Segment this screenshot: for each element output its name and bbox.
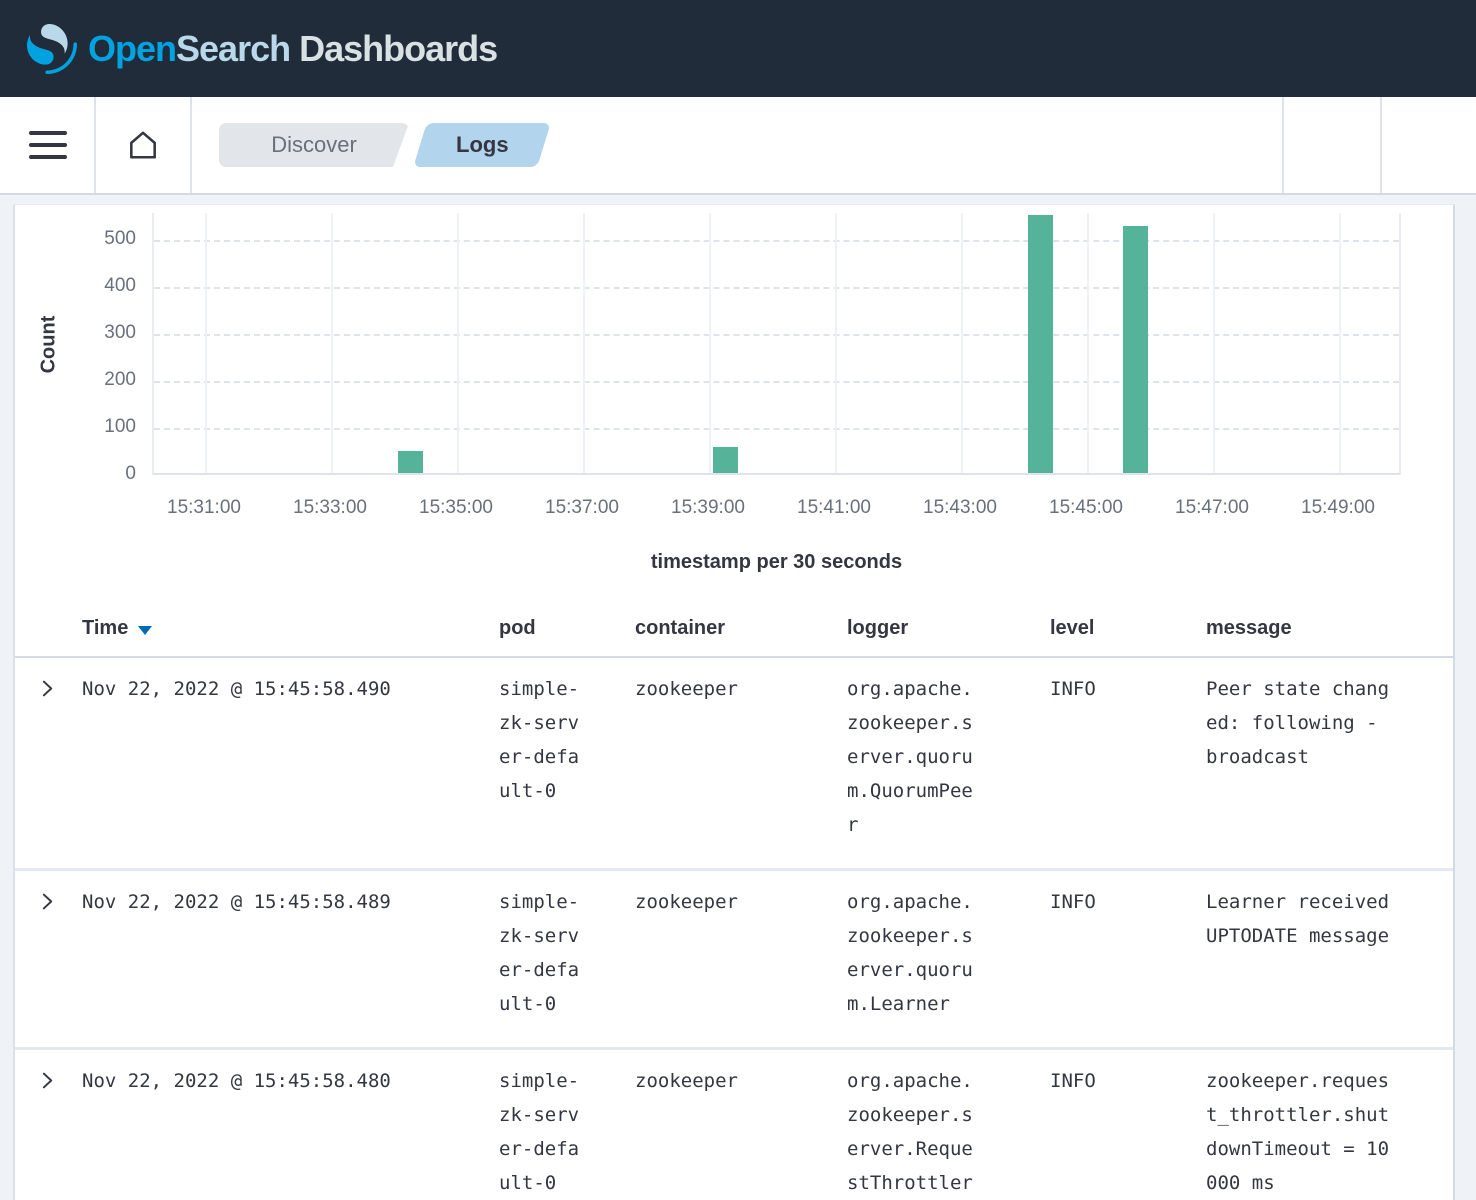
x-tick-label: 15:35:00 — [386, 497, 526, 519]
home-button[interactable] — [122, 97, 164, 193]
x-tick-label: 15:33:00 — [260, 497, 400, 519]
cell-logger: org.apache.zookeeper.server.RequestThrot… — [847, 1064, 978, 1200]
wordmark-dashboards: Dashboards — [290, 28, 497, 69]
histogram-chart: Count timestamp per 30 seconds 010020030… — [15, 205, 1453, 585]
gridline-vertical — [1087, 213, 1089, 473]
home-icon — [126, 128, 160, 162]
x-tick-label: 15:47:00 — [1142, 497, 1282, 519]
gridline-vertical — [457, 213, 459, 473]
gridline-vertical — [205, 213, 207, 473]
cell-time: Nov 22, 2022 @ 15:45:58.480 — [82, 1064, 499, 1200]
log-table-header: Time pod container logger level message — [15, 601, 1453, 658]
x-tick-label: 15:37:00 — [512, 497, 652, 519]
expand-cell — [37, 672, 82, 842]
page-background: Count timestamp per 30 seconds 010020030… — [0, 195, 1476, 1200]
cell-time: Nov 22, 2022 @ 15:45:58.490 — [82, 672, 499, 842]
column-header-time[interactable]: Time — [82, 617, 499, 640]
cell-message: Learner received UPTODATE message — [1206, 885, 1394, 1021]
histogram-bar[interactable] — [1123, 226, 1148, 473]
gridline-vertical — [331, 213, 333, 473]
y-tick-label: 400 — [15, 275, 136, 297]
histogram-plot-area[interactable] — [152, 213, 1401, 475]
gridline-vertical — [1213, 213, 1215, 473]
wordmark-open: Open — [88, 28, 176, 69]
navbar-divider — [1282, 97, 1284, 193]
cell-pod: simple-zk-server-default-0 — [499, 1064, 584, 1200]
column-header-message[interactable]: message — [1206, 617, 1453, 640]
column-header-container[interactable]: container — [635, 617, 847, 640]
cell-level: INFO — [1050, 885, 1206, 1021]
breadcrumb-label: Logs — [456, 132, 509, 158]
histogram-bar[interactable] — [398, 451, 423, 473]
cell-logger: org.apache.zookeeper.server.quorum.Learn… — [847, 885, 978, 1021]
cell-container: zookeeper — [635, 1064, 847, 1200]
discover-panel: Count timestamp per 30 seconds 010020030… — [13, 204, 1455, 1200]
log-table-row: Nov 22, 2022 @ 15:45:58.480 simple-zk-se… — [15, 1050, 1453, 1200]
y-tick-label: 200 — [15, 369, 136, 391]
y-tick-label: 500 — [15, 228, 136, 250]
chevron-right-icon — [39, 1071, 56, 1090]
opensearch-mark-icon — [27, 24, 77, 74]
gridline-vertical — [835, 213, 837, 473]
chevron-right-icon — [39, 892, 56, 911]
gridline-vertical — [1339, 213, 1341, 473]
cell-pod: simple-zk-server-default-0 — [499, 885, 584, 1021]
cell-level: INFO — [1050, 1064, 1206, 1200]
x-tick-label: 15:43:00 — [890, 497, 1030, 519]
log-table-body: Nov 22, 2022 @ 15:45:58.490 simple-zk-se… — [15, 658, 1453, 1200]
app-header: OpenSearch Dashboards — [0, 0, 1476, 97]
menu-button[interactable] — [29, 97, 69, 193]
cell-message: zookeeper.request_throttler.shutdownTime… — [1206, 1064, 1394, 1200]
histogram-bar[interactable] — [713, 447, 738, 473]
brand-wordmark: OpenSearch Dashboards — [88, 28, 497, 70]
cell-container: zookeeper — [635, 672, 847, 842]
log-table-row: Nov 22, 2022 @ 15:45:58.490 simple-zk-se… — [15, 658, 1453, 871]
navbar-divider — [1380, 97, 1382, 193]
cell-message: Peer state changed: following - broadcas… — [1206, 672, 1394, 842]
x-tick-label: 15:49:00 — [1268, 497, 1408, 519]
gridline-vertical — [709, 213, 711, 473]
column-header-pod[interactable]: pod — [499, 617, 635, 640]
navbar-divider — [94, 97, 96, 193]
column-header-logger[interactable]: logger — [847, 617, 1050, 640]
opensearch-logo: OpenSearch Dashboards — [27, 24, 497, 74]
expand-row-button[interactable] — [37, 679, 57, 699]
breadcrumb-label: Discover — [271, 132, 357, 158]
cell-time: Nov 22, 2022 @ 15:45:58.489 — [82, 885, 499, 1021]
expand-row-button[interactable] — [37, 1071, 57, 1091]
x-tick-label: 15:41:00 — [764, 497, 904, 519]
hamburger-menu-icon — [29, 155, 67, 159]
cell-container: zookeeper — [635, 885, 847, 1021]
wordmark-search: Search — [176, 28, 290, 69]
hamburger-menu-icon — [29, 143, 67, 147]
y-tick-label: 0 — [15, 463, 136, 485]
breadcrumb-logs[interactable]: Logs — [413, 123, 550, 167]
expand-row-button[interactable] — [37, 892, 57, 912]
chevron-right-icon — [39, 679, 56, 698]
cell-pod: simple-zk-server-default-0 — [499, 672, 584, 842]
x-tick-label: 15:31:00 — [134, 497, 274, 519]
x-tick-label: 15:45:00 — [1016, 497, 1156, 519]
gridline-vertical — [583, 213, 585, 473]
column-header-level[interactable]: level — [1050, 617, 1206, 640]
navbar-divider — [190, 97, 192, 193]
cell-level: INFO — [1050, 672, 1206, 842]
sort-desc-icon[interactable] — [138, 626, 152, 635]
hamburger-menu-icon — [29, 131, 67, 135]
breadcrumb-discover[interactable]: Discover — [219, 123, 409, 167]
y-tick-label: 100 — [15, 416, 136, 438]
histogram-bar[interactable] — [1028, 215, 1053, 473]
navbar: Discover Logs a — [0, 97, 1476, 195]
log-table-row: Nov 22, 2022 @ 15:45:58.489 simple-zk-se… — [15, 871, 1453, 1050]
y-tick-label: 300 — [15, 322, 136, 344]
x-tick-label: 15:39:00 — [638, 497, 778, 519]
x-axis-title: timestamp per 30 seconds — [152, 551, 1401, 574]
expand-cell — [37, 1064, 82, 1200]
expand-cell — [37, 885, 82, 1021]
cell-logger: org.apache.zookeeper.server.quorum.Quoru… — [847, 672, 978, 842]
gridline-vertical — [961, 213, 963, 473]
